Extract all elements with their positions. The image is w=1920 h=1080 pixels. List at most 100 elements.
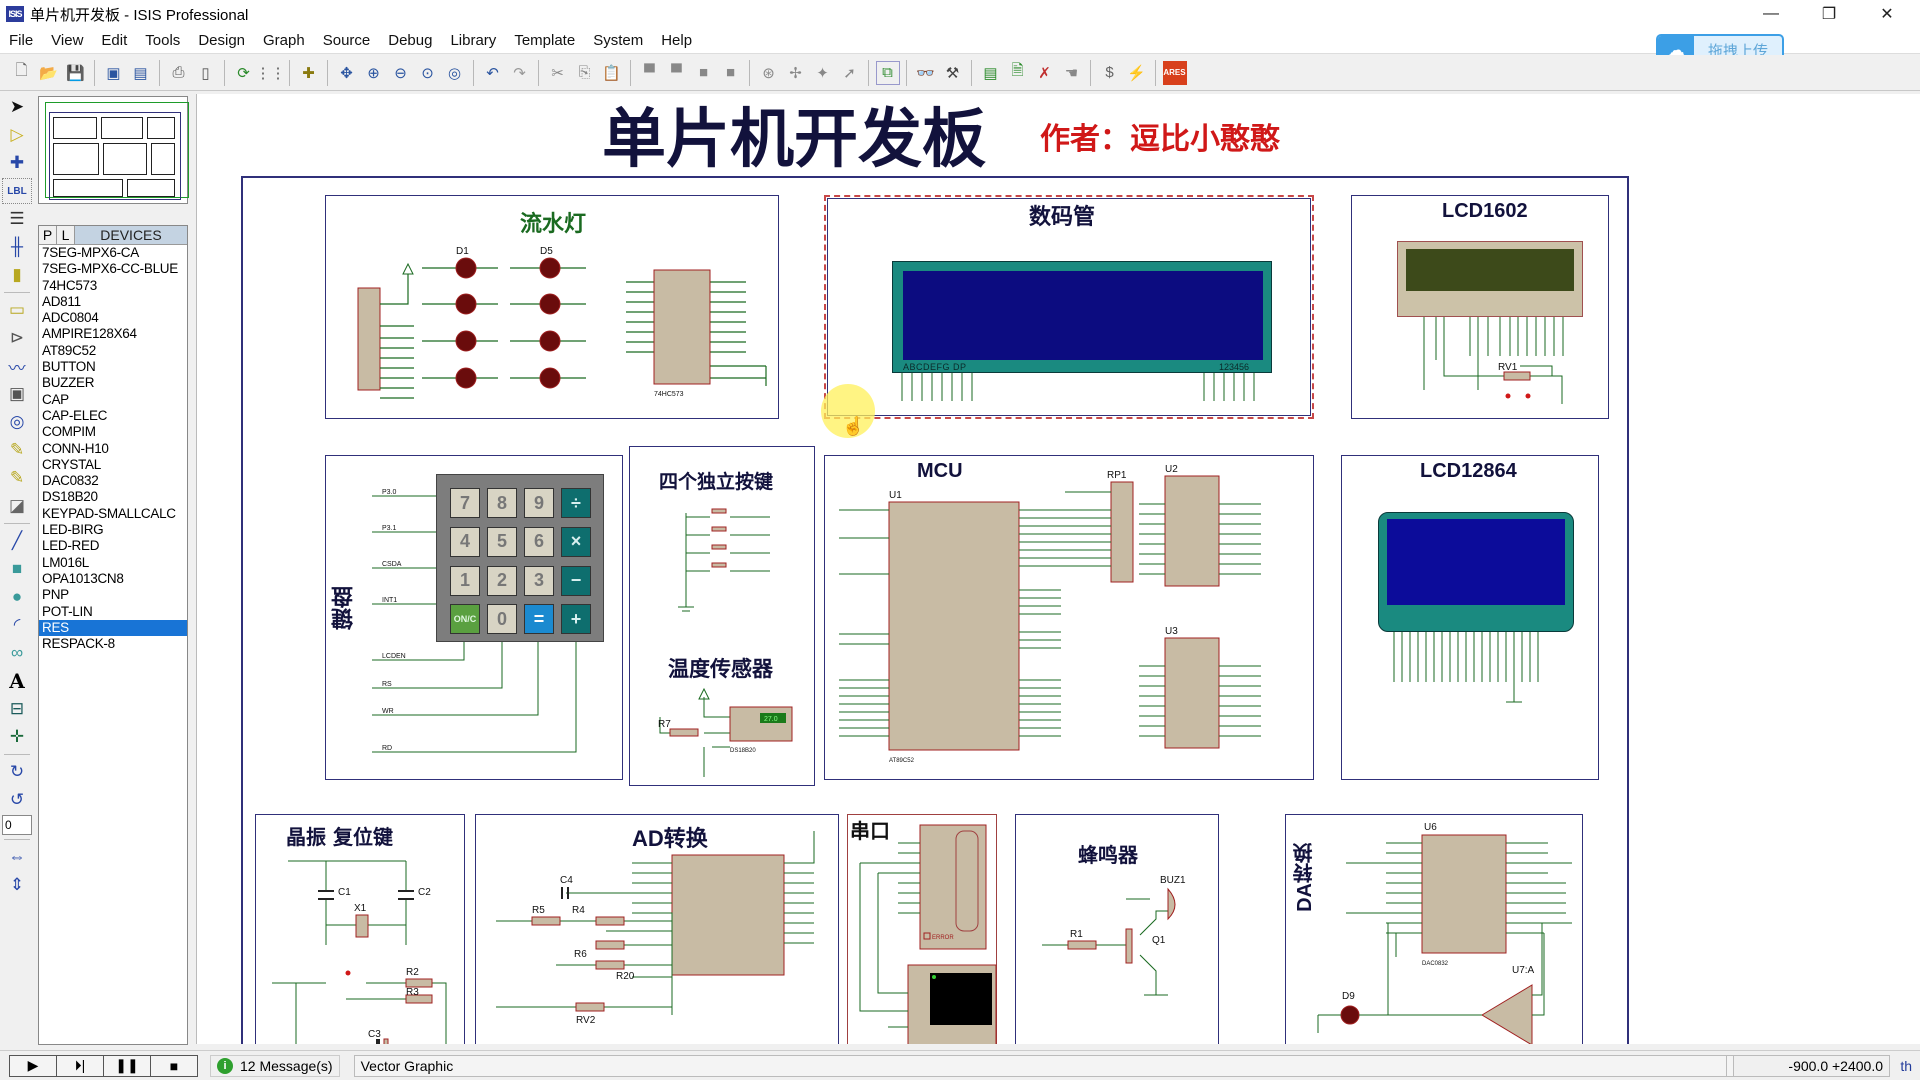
electrical-rules-icon[interactable]: ⚡ — [1125, 61, 1149, 85]
block-rotate-icon[interactable]: ■ — [692, 61, 716, 85]
block-copy-icon[interactable]: ▀ — [638, 61, 662, 85]
grid-icon[interactable]: ⋮⋮ — [256, 61, 286, 85]
save-icon[interactable]: 💾 — [64, 61, 88, 85]
decompose-icon[interactable]: ➚ — [838, 61, 862, 85]
device-item[interactable]: 7SEG-MPX6-CC-BLUE — [39, 261, 187, 277]
zoom-all-icon[interactable]: ⊙ — [416, 61, 440, 85]
selection-mode-icon[interactable]: ➤ — [2, 94, 32, 120]
block-delete-icon[interactable]: ■ — [719, 61, 743, 85]
current-probe-icon[interactable]: ✎ — [2, 465, 32, 491]
device-item[interactable]: LM016L — [39, 555, 187, 571]
pan-icon[interactable]: ✥ — [335, 61, 359, 85]
property-assignment-icon[interactable]: ⚒ — [941, 61, 965, 85]
serial-block[interactable]: 串口 ERROR — [847, 814, 997, 1044]
cut-icon[interactable]: ✂ — [546, 61, 570, 85]
pause-button[interactable]: ❚❚ — [103, 1054, 151, 1077]
crystal-reset-block[interactable]: 晶振 复位键 C1 C2 X1 R2 R3 C3 — [255, 814, 465, 1044]
da-converter-block[interactable]: DA转换 U6 U7:A D9 DAC0832 — [1285, 814, 1583, 1044]
bill-of-materials-icon[interactable]: $ — [1098, 61, 1122, 85]
line-mode-icon[interactable]: ╱ — [2, 528, 32, 554]
pick-device-icon[interactable]: ⊛ — [757, 61, 781, 85]
redo-icon[interactable]: ↷ — [508, 61, 532, 85]
device-item[interactable]: ADC0804 — [39, 310, 187, 326]
rotation-angle-input[interactable]: 0 — [2, 815, 32, 835]
component-mode-icon[interactable]: ▷ — [2, 122, 32, 148]
text-mode-icon[interactable]: A — [2, 668, 32, 694]
device-item[interactable]: BUZZER — [39, 375, 187, 391]
device-item[interactable]: CONN-H10 — [39, 441, 187, 457]
menu-edit[interactable]: Edit — [92, 32, 136, 49]
lcd12864-block[interactable]: LCD12864 — [1341, 455, 1599, 780]
menu-graph[interactable]: Graph — [254, 32, 314, 49]
device-item[interactable]: DS18B20 — [39, 489, 187, 505]
search-tag-icon[interactable]: 👓 — [914, 61, 938, 85]
menu-system[interactable]: System — [584, 32, 652, 49]
device-item[interactable]: CRYSTAL — [39, 457, 187, 473]
open-icon[interactable]: 📂 — [37, 61, 61, 85]
graph-mode-icon[interactable]: 〰 — [2, 353, 32, 379]
print-icon[interactable]: ⎙ — [167, 61, 191, 85]
device-item[interactable]: 74HC573 — [39, 278, 187, 294]
packaging-tool-icon[interactable]: ✦ — [811, 61, 835, 85]
menu-help[interactable]: Help — [652, 32, 701, 49]
device-item[interactable]: AT89C52 — [39, 343, 187, 359]
copy-icon[interactable]: ⎘ — [573, 61, 597, 85]
menu-library[interactable]: Library — [441, 32, 505, 49]
device-pins-mode-icon[interactable]: ⊳ — [2, 325, 32, 351]
minimize-button[interactable]: — — [1742, 0, 1800, 28]
virtual-instruments-icon[interactable]: ◪ — [2, 493, 32, 519]
zoom-to-child-icon[interactable]: ☚ — [1060, 61, 1084, 85]
new-sheet-icon[interactable]: ▤ — [979, 61, 1003, 85]
device-item[interactable]: LED-RED — [39, 538, 187, 554]
redraw-icon[interactable]: ⟳ — [232, 61, 256, 85]
arc-mode-icon[interactable]: ◜ — [2, 612, 32, 638]
schematic-canvas[interactable]: 单片机开发板 作者：逗比小憨憨 流水灯 D1 D5 74HC573 数码管 AB… — [196, 94, 1920, 1044]
keypad-block[interactable]: 键盘 7 8 9 ÷ 4 5 6 × 1 2 3− ON/C 0 = + P3.0 P3.1 CSDA INT1 … — [325, 455, 623, 780]
netlist-to-ares-icon[interactable]: ARES — [1162, 60, 1187, 85]
device-item[interactable]: POT-LIN — [39, 604, 187, 620]
mcu-block[interactable]: MCU U1 RP1 U2 U3 AT89C52 — [824, 455, 1314, 780]
box-mode-icon[interactable]: ■ — [2, 556, 32, 582]
export-section-icon[interactable]: ▤ — [129, 61, 153, 85]
device-item[interactable]: LED-BIRG — [39, 522, 187, 538]
zoom-out-icon[interactable]: ⊖ — [389, 61, 413, 85]
symbol-mode-icon[interactable]: ⊟ — [2, 696, 32, 722]
device-item[interactable]: RESPACK-8 — [39, 636, 187, 652]
marker-mode-icon[interactable]: ✛ — [2, 724, 32, 750]
device-item[interactable]: CAP — [39, 392, 187, 408]
x-mirror-icon[interactable]: ⇔ — [2, 844, 32, 870]
messages-indicator[interactable]: i 12 Message(s) — [210, 1054, 340, 1077]
remove-sheet-icon[interactable]: ✗ — [1033, 61, 1057, 85]
rotate-anticlockwise-icon[interactable]: ↺ — [2, 787, 32, 813]
tape-recorder-mode-icon[interactable]: ▣ — [2, 381, 32, 407]
device-item[interactable]: OPA1013CN8 — [39, 571, 187, 587]
make-device-icon[interactable]: ✢ — [784, 61, 808, 85]
play-button[interactable]: ▶ — [9, 1054, 57, 1077]
origin-icon[interactable]: ✚ — [297, 61, 321, 85]
device-item[interactable]: AD811 — [39, 294, 187, 310]
closed-path-mode-icon[interactable]: ∞ — [2, 640, 32, 666]
step-button[interactable]: ⏵| — [56, 1054, 104, 1077]
zoom-area-icon[interactable]: ◎ — [443, 61, 467, 85]
device-item[interactable]: AMPIRE128X64 — [39, 326, 187, 342]
add-sheet-icon[interactable]: 🗎 — [1006, 61, 1030, 85]
menu-debug[interactable]: Debug — [379, 32, 441, 49]
maximize-button[interactable]: ❐ — [1800, 0, 1858, 28]
undo-icon[interactable]: ↶ — [481, 61, 505, 85]
menu-template[interactable]: Template — [505, 32, 584, 49]
subcircuit-mode-icon[interactable]: ▮ — [2, 262, 32, 288]
device-item[interactable]: COMPIM — [39, 424, 187, 440]
device-item[interactable]: 7SEG-MPX6-CA — [39, 245, 187, 261]
buttons-temp-block[interactable]: 四个独立按键 温度传感器 27.0 R7 DS18B20 — [629, 446, 815, 786]
wire-label-mode-icon[interactable]: LBL — [2, 178, 32, 204]
device-item[interactable]: CAP-ELEC — [39, 408, 187, 424]
paste-icon[interactable]: 📋 — [600, 61, 624, 85]
buses-mode-icon[interactable]: ╫ — [2, 234, 32, 260]
seven-segment-block[interactable]: 数码管 ABCDEFG DP 123456 — [824, 195, 1314, 419]
block-move-icon[interactable]: ▀ — [665, 61, 689, 85]
zoom-in-icon[interactable]: ⊕ — [362, 61, 386, 85]
new-icon[interactable]: 🗋 — [10, 61, 34, 85]
junction-dot-mode-icon[interactable]: ✚ — [2, 150, 32, 176]
menu-tools[interactable]: Tools — [136, 32, 189, 49]
wire-autorouter-icon[interactable]: ⧉ — [875, 60, 900, 85]
